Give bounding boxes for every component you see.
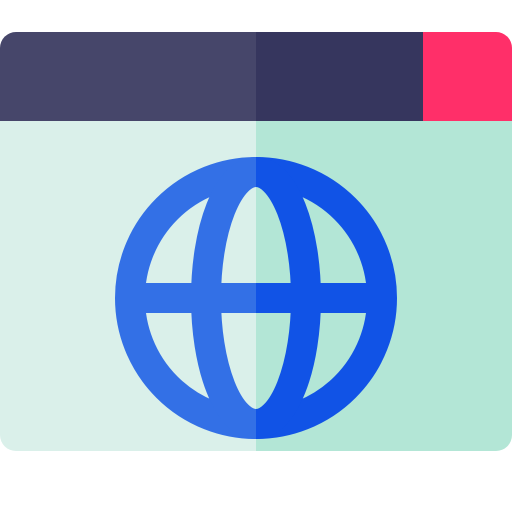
- browser-window-icon: [0, 0, 512, 512]
- close-block: [423, 32, 512, 121]
- title-bar-left: [0, 32, 256, 121]
- web-browser-globe-icon: [0, 32, 512, 451]
- title-bar-right: [256, 32, 423, 121]
